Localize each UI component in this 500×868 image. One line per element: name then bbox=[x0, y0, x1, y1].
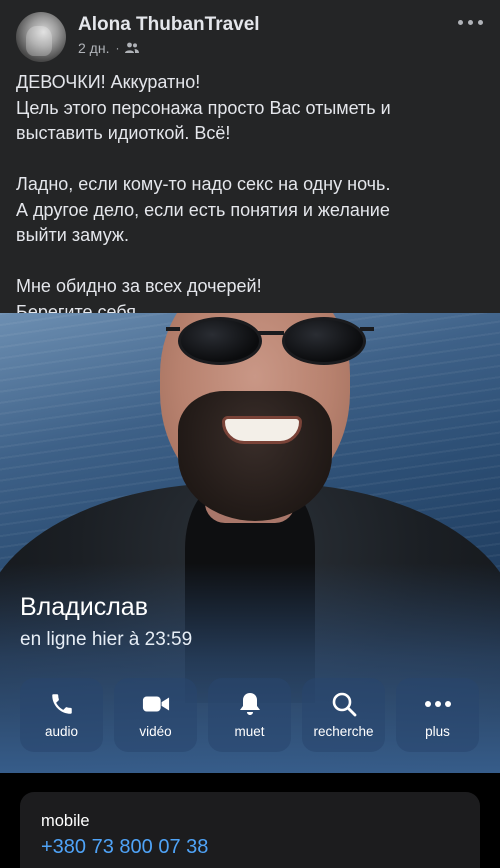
contact-info-area: mobile +380 73 800 07 38 bbox=[0, 773, 500, 868]
phone-number[interactable]: +380 73 800 07 38 bbox=[41, 836, 208, 859]
sunglasses bbox=[166, 317, 374, 365]
action-label: recherche bbox=[313, 724, 374, 739]
post-text: ДЕВОЧКИ! Аккуратно! Цель этого персонажа… bbox=[16, 70, 486, 325]
audio-call-button[interactable]: audio bbox=[20, 678, 103, 752]
phone-icon bbox=[48, 691, 76, 717]
text-line: Цель этого персонажа просто Вас отыметь … bbox=[16, 97, 391, 118]
action-label: audio bbox=[44, 724, 79, 739]
text-line: Мне обидно за всех дочерей! bbox=[16, 276, 262, 296]
post-time[interactable]: 2 дн. bbox=[78, 40, 109, 56]
video-call-button[interactable]: vidéo bbox=[114, 678, 197, 752]
friends-icon bbox=[125, 42, 140, 54]
more-button[interactable]: plus bbox=[396, 678, 479, 752]
text-line: Ладно, если кому-то надо секс на одну но… bbox=[16, 174, 391, 194]
video-camera-icon bbox=[142, 691, 170, 717]
meta-separator: · bbox=[115, 41, 120, 55]
text-line: А другое дело, если есть понятия и желан… bbox=[16, 199, 390, 220]
action-label: plus bbox=[425, 724, 450, 739]
text-line: ДЕВОЧКИ! Аккуратно! bbox=[16, 72, 201, 92]
author-name[interactable]: Alona ThubanTravel bbox=[78, 14, 260, 36]
post-meta: 2 дн. · bbox=[78, 40, 140, 56]
bell-icon bbox=[236, 691, 264, 717]
mute-button[interactable]: muet bbox=[208, 678, 291, 752]
post-header: Alona ThubanTravel 2 дн. · bbox=[0, 0, 500, 66]
paragraph: ДЕВОЧКИ! Аккуратно! Цель этого персонажа… bbox=[16, 70, 486, 147]
more-dots-icon[interactable] bbox=[458, 16, 486, 28]
ellipsis-icon bbox=[424, 691, 452, 717]
paragraph: Ладно, если кому-то надо секс на одну но… bbox=[16, 172, 486, 249]
action-label: vidéo bbox=[139, 724, 172, 739]
search-icon bbox=[330, 691, 358, 717]
text-line: выйти замуж. bbox=[16, 225, 129, 245]
action-label: muet bbox=[234, 724, 265, 739]
phone-label: mobile bbox=[41, 812, 90, 830]
phone-info-card: mobile +380 73 800 07 38 bbox=[20, 792, 480, 868]
author-avatar[interactable] bbox=[16, 12, 66, 62]
text-line: выставить идиоткой. Всё! bbox=[16, 123, 231, 143]
contact-actions: audio vidéo muet recherche plus bbox=[20, 678, 480, 752]
search-button[interactable]: recherche bbox=[302, 678, 385, 752]
contact-name: Владислав bbox=[20, 593, 148, 621]
contact-status: en ligne hier à 23:59 bbox=[20, 629, 193, 650]
attached-screenshot[interactable]: Владислав en ligne hier à 23:59 audio vi… bbox=[0, 313, 500, 868]
